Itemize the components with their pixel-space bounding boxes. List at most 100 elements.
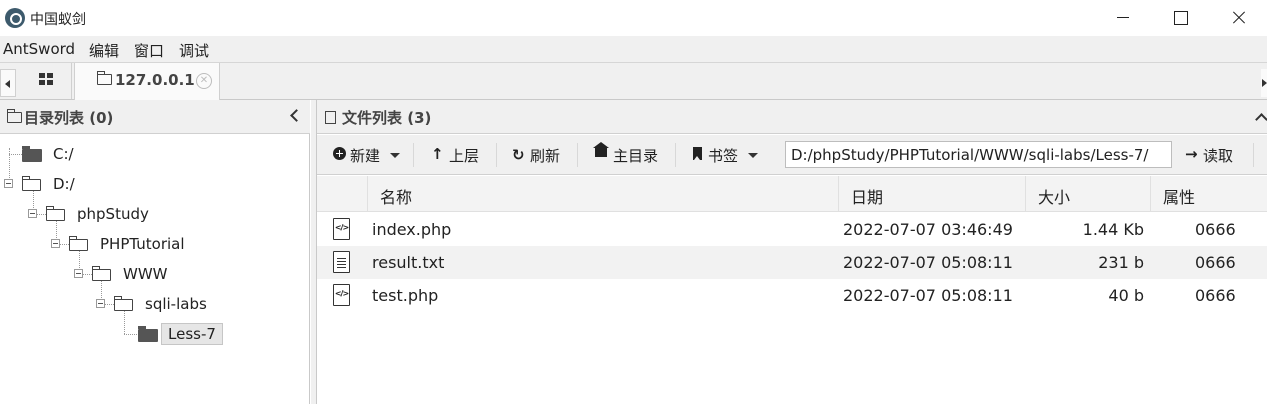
path-input[interactable]	[785, 141, 1172, 168]
tree-toggle-phpstudy[interactable]	[28, 209, 37, 218]
code-file-icon	[333, 218, 350, 240]
menu-window[interactable]: 窗口	[134, 40, 164, 61]
code-file-icon	[333, 284, 350, 306]
folder-icon	[7, 109, 22, 123]
title-bar: 中国蚁剑	[0, 0, 1267, 36]
directory-panel-title: 目录列表 (0)	[24, 109, 114, 127]
column-label: 大小	[1038, 188, 1071, 207]
tab-home[interactable]	[18, 63, 72, 99]
column-attr-header[interactable]: 属性	[1150, 176, 1267, 212]
tree-label: sqli-labs	[145, 295, 207, 313]
tab-scroll-right-button[interactable]	[1261, 69, 1267, 97]
file-size: 231 b	[1098, 253, 1144, 272]
tab-host-label: 127.0.0.1	[115, 71, 195, 89]
bookmark-label: 书签	[708, 147, 739, 165]
tree-toggle-www[interactable]	[74, 269, 83, 278]
tree-toggle-d[interactable]	[4, 179, 13, 188]
column-label: 名称	[380, 188, 413, 207]
read-button[interactable]: → 读取	[1185, 142, 1245, 168]
folder-open-icon	[114, 296, 133, 311]
file-row[interactable]: result.txt 2022-07-07 05:08:11 231 b 066…	[317, 246, 1267, 279]
file-date: 2022-07-07 05:08:11	[843, 253, 1013, 272]
antsword-logo-icon	[5, 8, 25, 28]
bookmark-icon	[693, 147, 702, 160]
file-name: result.txt	[372, 253, 445, 272]
menu-debug[interactable]: 调试	[179, 40, 209, 61]
new-button[interactable]: 新建	[333, 142, 403, 168]
file-attr: 0666	[1195, 220, 1236, 239]
collapse-up-icon[interactable]	[1255, 112, 1265, 122]
tab-scroll-left-button[interactable]	[0, 69, 16, 97]
parent-dir-button[interactable]: ↑ 上层	[431, 142, 483, 168]
new-label: 新建	[350, 147, 381, 165]
file-size: 40 b	[1108, 286, 1144, 305]
file-panel: 文件列表 (3) 新建 ↑ 上层 ↻ 刷新 主目录 书签 D:/phpStudy…	[317, 100, 1267, 404]
tree-label: phpStudy	[77, 205, 149, 223]
directory-panel: 目录列表 (0) C:/ D:/ phpStudy PHPTutorial WW…	[0, 100, 310, 404]
column-size-header[interactable]: 大小	[1025, 176, 1150, 212]
tab-close-icon[interactable]: ✕	[196, 73, 212, 89]
tree-label: D:/	[53, 175, 75, 193]
folder-open-icon	[69, 236, 88, 251]
tree-label: C:/	[53, 145, 74, 163]
text-file-icon	[333, 251, 350, 273]
file-grid-header: 名称 日期 大小 属性	[317, 176, 1267, 212]
folder-icon	[138, 326, 158, 342]
file-panel-header: 文件列表 (3)	[317, 100, 1267, 134]
tab-bar: 127.0.0.1 ✕	[0, 62, 1267, 100]
menu-antsword[interactable]: AntSword	[3, 40, 75, 58]
tree-label: PHPTutorial	[100, 235, 185, 253]
up-label: 上层	[449, 147, 480, 165]
tree-label: WWW	[123, 265, 168, 283]
tab-host[interactable]: 127.0.0.1 ✕	[74, 63, 220, 100]
tree-toggle-phptutorial[interactable]	[51, 239, 60, 248]
folder-open-icon	[92, 266, 111, 281]
column-date-header[interactable]: 日期	[838, 176, 1025, 212]
tree-label: Less-7	[161, 323, 223, 345]
minimize-button[interactable]	[1094, 0, 1152, 36]
bookmark-button[interactable]: 书签	[693, 142, 763, 168]
column-label: 日期	[851, 188, 884, 207]
chevron-down-icon	[748, 153, 758, 158]
home-label: 主目录	[613, 147, 659, 165]
file-name: index.php	[372, 220, 452, 239]
collapse-left-icon[interactable]	[290, 109, 300, 119]
folder-icon	[97, 71, 112, 85]
plus-circle-icon	[333, 147, 346, 160]
file-icon	[325, 111, 336, 124]
file-date: 2022-07-07 03:46:49	[843, 220, 1013, 239]
tree-toggle-sqli-labs[interactable]	[96, 299, 105, 308]
folder-open-icon	[22, 176, 41, 191]
menu-edit[interactable]: 编辑	[89, 40, 119, 61]
home-dir-button[interactable]: 主目录	[593, 142, 665, 168]
column-name-header[interactable]: 名称	[367, 176, 838, 212]
close-window-button[interactable]	[1209, 0, 1267, 36]
grid-icon	[39, 73, 53, 85]
file-name: test.php	[372, 286, 439, 305]
read-label: 读取	[1203, 147, 1234, 165]
file-date: 2022-07-07 05:08:11	[843, 286, 1013, 305]
file-grid: 名称 日期 大小 属性 index.php 2022-07-07 03:46:4…	[317, 176, 1267, 404]
refresh-label: 刷新	[530, 147, 561, 165]
arrow-up-icon: ↑	[431, 145, 444, 163]
window-title: 中国蚁剑	[30, 12, 86, 28]
chevron-down-icon	[390, 153, 400, 158]
file-toolbar: 新建 ↑ 上层 ↻ 刷新 主目录 书签 → 读取	[317, 135, 1267, 175]
file-attr: 0666	[1195, 286, 1236, 305]
file-row[interactable]: index.php 2022-07-07 03:46:49 1.44 Kb 06…	[317, 213, 1267, 246]
directory-tree: C:/ D:/ phpStudy PHPTutorial WWW sqli-la…	[0, 134, 310, 404]
menu-bar: AntSword 编辑 窗口 调试	[0, 36, 1267, 62]
file-attr: 0666	[1195, 253, 1236, 272]
home-icon	[593, 142, 609, 157]
file-row[interactable]: test.php 2022-07-07 05:08:11 40 b 0666	[317, 279, 1267, 312]
arrow-right-icon: →	[1185, 145, 1198, 163]
directory-panel-header: 目录列表 (0)	[0, 100, 310, 134]
refresh-button[interactable]: ↻ 刷新	[512, 142, 564, 168]
folder-icon	[22, 146, 42, 162]
folder-open-icon	[46, 206, 65, 221]
refresh-icon: ↻	[512, 146, 525, 164]
file-panel-title: 文件列表 (3)	[342, 109, 432, 127]
file-size: 1.44 Kb	[1082, 220, 1144, 239]
maximize-button[interactable]	[1152, 0, 1210, 36]
column-label: 属性	[1163, 188, 1196, 207]
